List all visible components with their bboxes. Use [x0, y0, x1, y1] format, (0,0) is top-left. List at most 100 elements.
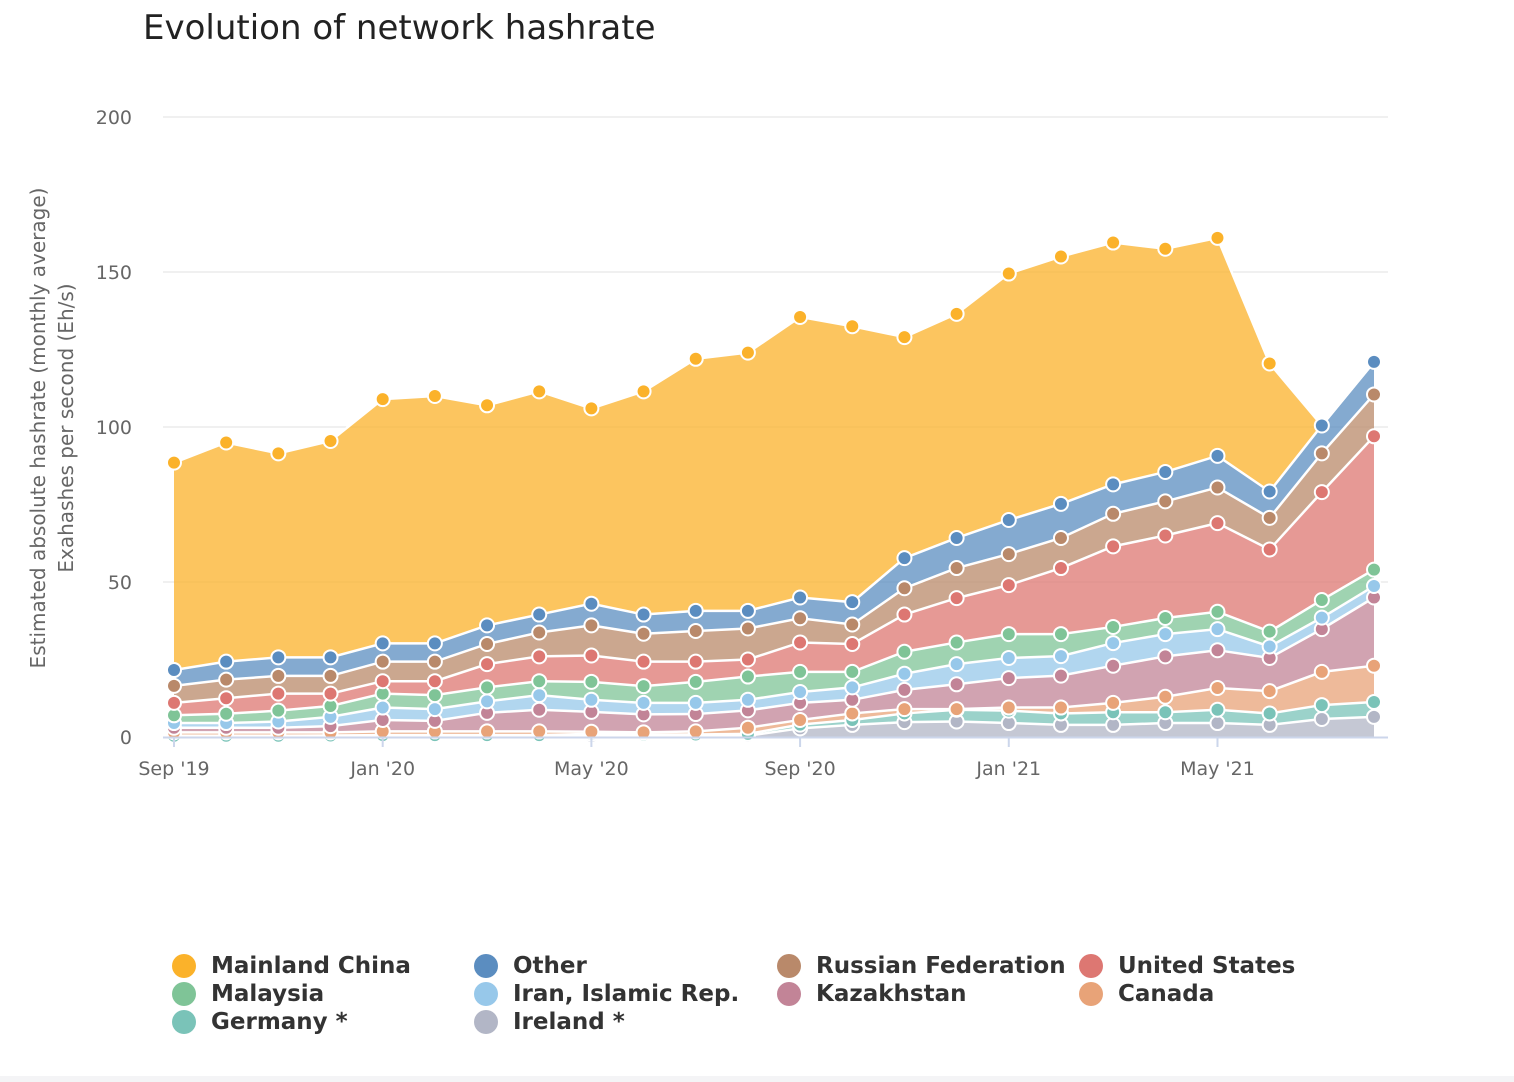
legend-label: Russian Federation — [816, 953, 1066, 979]
point-united-states — [896, 606, 913, 623]
point-united-states — [583, 647, 600, 664]
point-united-states — [374, 673, 391, 690]
point-other — [1313, 417, 1330, 434]
point-russian-federation — [896, 580, 913, 597]
legend-label: Mainland China — [211, 953, 411, 979]
point-canada — [739, 719, 756, 736]
point-russian-federation — [1157, 493, 1174, 510]
point-other — [1000, 512, 1017, 528]
point-united-states — [1366, 428, 1382, 445]
point-russian-federation — [531, 624, 548, 641]
point-russian-federation — [1052, 529, 1069, 546]
point-iran-islamic-rep — [687, 694, 704, 711]
point-mainland-china — [1209, 229, 1226, 246]
legend-item[interactable]: Kazakhstan — [777, 981, 967, 1007]
point-united-states — [1261, 541, 1278, 558]
point-malaysia — [426, 687, 443, 704]
point-iran-islamic-rep — [583, 691, 600, 708]
point-ireland — [1209, 715, 1226, 732]
point-united-states — [844, 636, 861, 652]
point-canada — [844, 705, 861, 722]
point-other — [635, 606, 652, 623]
point-kazakhstan — [1000, 670, 1017, 687]
point-malaysia — [1157, 609, 1174, 626]
point-united-states — [739, 651, 756, 668]
point-canada — [1052, 699, 1069, 716]
legend-item[interactable]: United States — [1079, 953, 1295, 979]
legend-item[interactable]: Germany * — [172, 1009, 348, 1035]
point-other — [1052, 495, 1069, 512]
point-united-states — [426, 673, 443, 690]
legend-item[interactable]: Canada — [1079, 981, 1214, 1007]
point-united-states — [166, 694, 182, 711]
legend-label: Other — [513, 953, 587, 979]
point-other — [479, 617, 496, 634]
point-russian-federation — [1000, 546, 1017, 563]
point-iran-islamic-rep — [948, 656, 965, 673]
point-iran-islamic-rep — [426, 701, 443, 718]
legend-item[interactable]: Iran, Islamic Rep. — [474, 981, 739, 1007]
legend-item[interactable]: Ireland * — [474, 1009, 625, 1035]
point-other — [687, 602, 704, 619]
point-russian-federation — [1105, 505, 1122, 522]
point-canada — [1261, 683, 1278, 700]
legend-item[interactable]: Russian Federation — [777, 953, 1066, 979]
point-malaysia — [1000, 626, 1017, 643]
legend-label: Canada — [1118, 981, 1215, 1007]
y-tick-label: 50 — [108, 572, 132, 594]
point-canada — [792, 711, 809, 728]
point-united-states — [322, 685, 339, 702]
point-other — [1157, 463, 1174, 480]
point-ireland — [1366, 708, 1382, 725]
point-canada — [1209, 680, 1226, 697]
legend-item[interactable]: Other — [474, 953, 587, 979]
legend-marker-icon — [1079, 954, 1103, 978]
point-germany — [1366, 693, 1382, 710]
point-malaysia — [948, 634, 965, 651]
y-tick-label: 200 — [96, 107, 132, 129]
legend-item[interactable]: Mainland China — [172, 953, 411, 979]
y-axis-label-line2: Exahashes per second (Eh/s) — [54, 283, 78, 572]
legend-item[interactable]: Malaysia — [172, 981, 324, 1007]
legend-marker-icon — [172, 982, 196, 1006]
point-malaysia — [531, 673, 548, 690]
point-iran-islamic-rep — [635, 694, 652, 711]
legend-label: Ireland * — [513, 1009, 625, 1035]
point-other — [218, 653, 235, 670]
point-iran-islamic-rep — [374, 699, 391, 716]
point-malaysia — [687, 673, 704, 690]
point-russian-federation — [583, 617, 600, 634]
point-other — [739, 602, 756, 619]
point-russian-federation — [322, 667, 339, 684]
point-other — [1261, 483, 1278, 500]
point-canada — [479, 723, 496, 740]
point-other — [844, 594, 861, 611]
point-russian-federation — [1313, 445, 1330, 462]
point-mainland-china — [270, 445, 287, 462]
point-malaysia — [635, 678, 652, 695]
legend-marker-icon — [777, 954, 801, 978]
y-axis-label-line1: Estimated absolute hashrate (monthly ave… — [26, 188, 50, 669]
point-united-states — [1313, 484, 1330, 501]
point-mainland-china — [1105, 234, 1122, 251]
point-united-states — [635, 653, 652, 670]
point-russian-federation — [739, 620, 756, 637]
point-iran-islamic-rep — [739, 691, 756, 708]
point-russian-federation — [844, 616, 861, 633]
point-russian-federation — [687, 622, 704, 639]
x-tick-label: May '20 — [554, 758, 629, 780]
point-russian-federation — [1366, 386, 1382, 403]
point-canada — [1366, 657, 1382, 674]
legend-label: Malaysia — [211, 981, 325, 1007]
point-mainland-china — [426, 388, 443, 404]
legend-label: United States — [1118, 953, 1296, 979]
legend-label: Iran, Islamic Rep. — [513, 981, 740, 1007]
point-united-states — [1000, 577, 1017, 594]
point-iran-islamic-rep — [1366, 578, 1382, 595]
point-russian-federation — [479, 636, 496, 652]
point-other — [531, 606, 548, 623]
point-malaysia — [218, 705, 235, 722]
point-mainland-china — [583, 400, 600, 417]
point-iran-islamic-rep — [896, 665, 913, 682]
point-kazakhstan — [1052, 667, 1069, 684]
